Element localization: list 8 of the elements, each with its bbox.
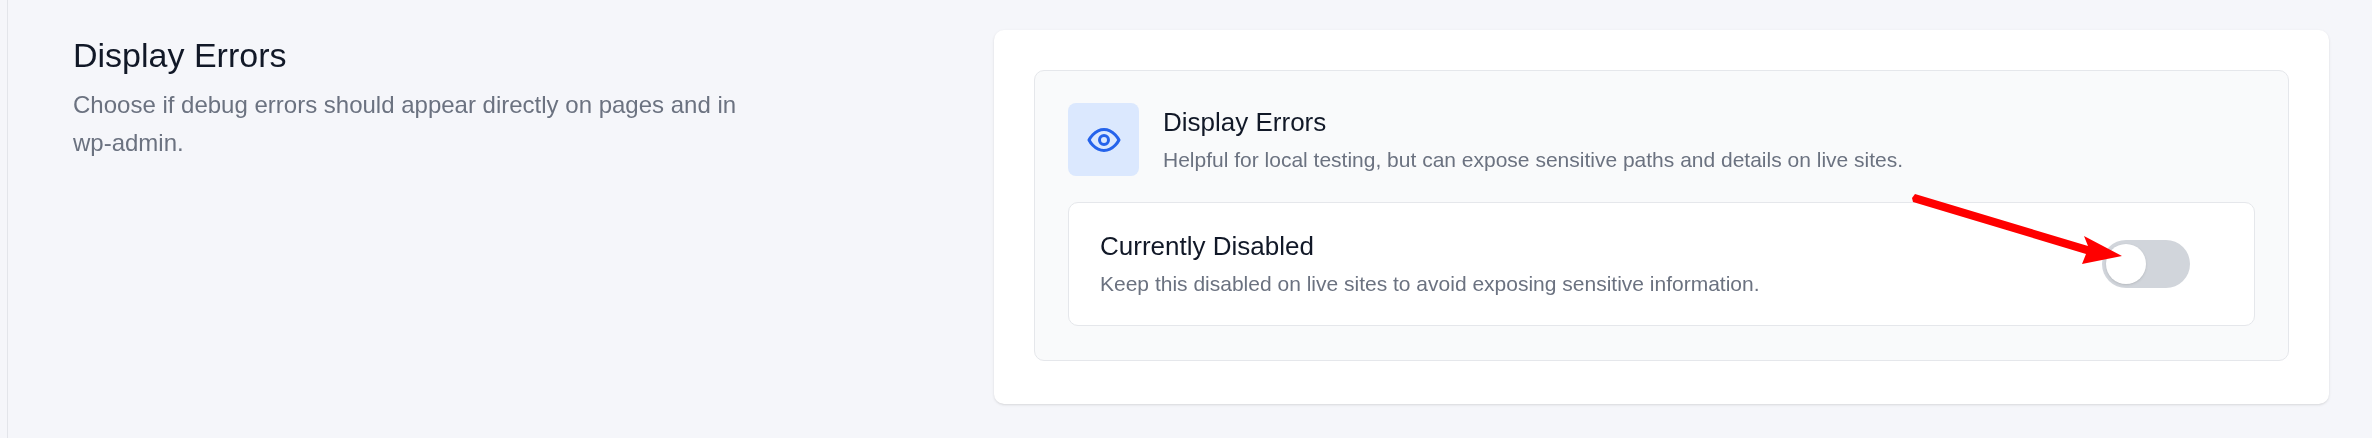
status-title: Currently Disabled: [1100, 230, 1315, 263]
toggle-switch[interactable]: [2102, 240, 2190, 288]
setting-description: Helpful for local testing, but can expose sensitive paths and details on live sites.: [1163, 147, 1904, 173]
eye-icon: [1068, 103, 1139, 176]
setting-title: Display Errors: [1163, 106, 1328, 139]
section-description: Choose if debug errors should appear directly on pages and in wp-admin.: [73, 90, 738, 158]
section-title: Display Errors: [73, 35, 288, 76]
status-description: Keep this disabled on live sites to avoid exposing sensitive information.: [1100, 271, 1760, 297]
